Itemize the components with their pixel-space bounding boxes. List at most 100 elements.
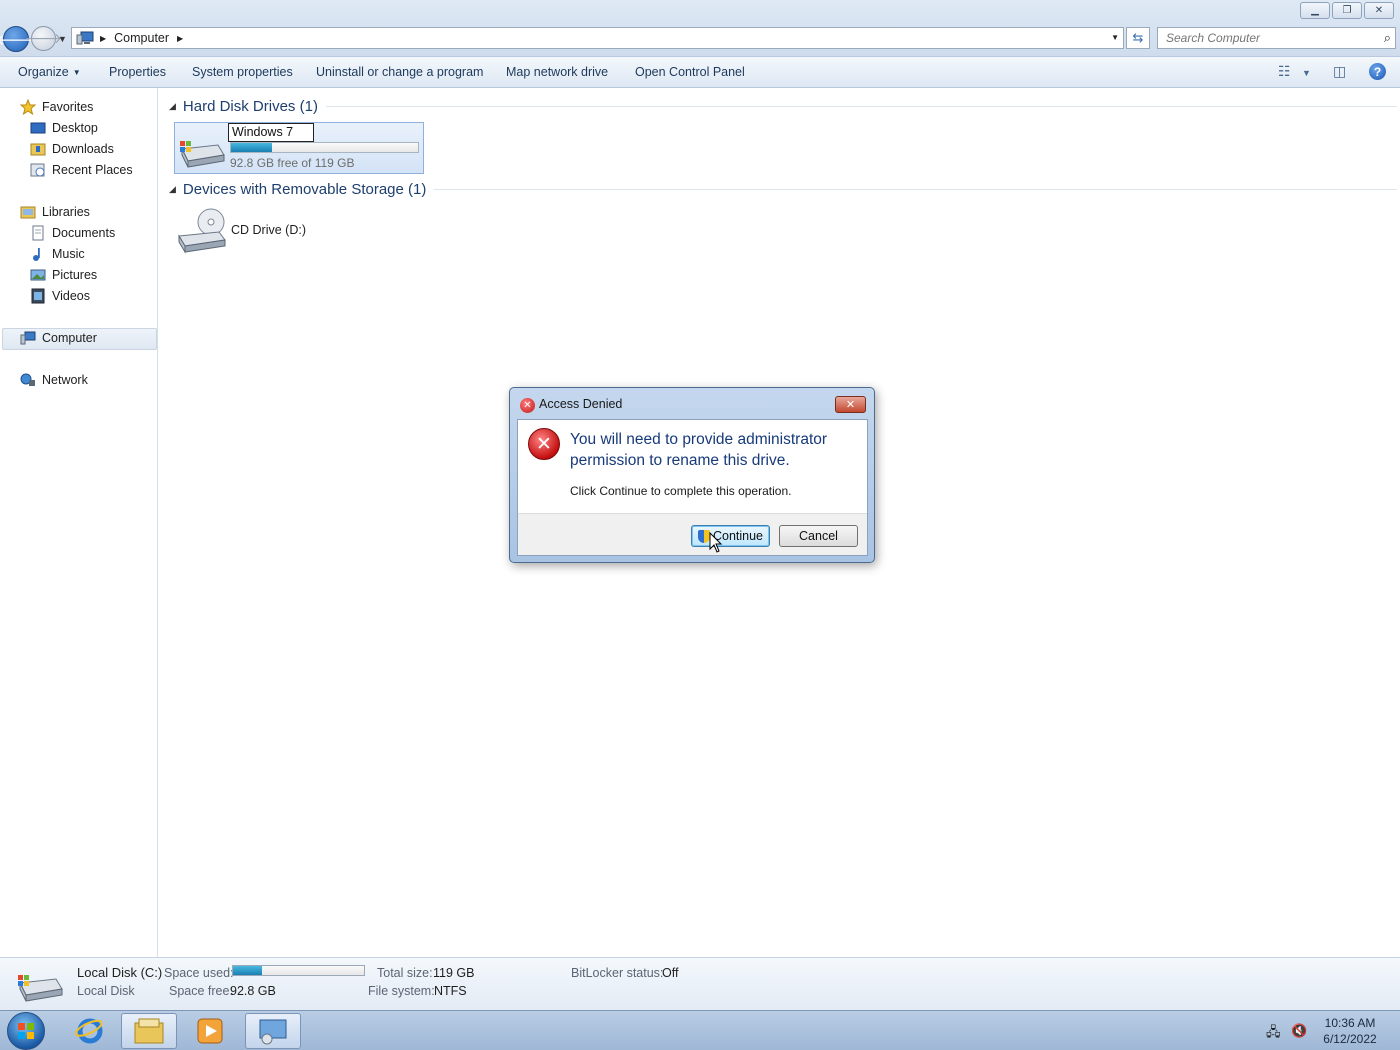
breadcrumb-arrow-icon[interactable]: ▶ [100, 34, 106, 43]
search-icon[interactable]: ⌕ [1384, 30, 1391, 46]
documents-icon [30, 225, 46, 241]
sidebar-item-recent-places[interactable]: Recent Places [30, 162, 133, 178]
folder-icon [134, 1018, 164, 1044]
sidebar-item-music[interactable]: Music [30, 246, 85, 262]
preview-pane-icon[interactable]: ◫ [1333, 63, 1346, 80]
collapse-triangle-icon[interactable]: ◢ [169, 184, 176, 195]
collapse-triangle-icon[interactable]: ◢ [169, 101, 176, 112]
cd-drive-icon[interactable] [177, 208, 229, 254]
total-size-label: Total size: [377, 966, 433, 980]
sidebar-item-favorites[interactable]: Favorites [19, 98, 94, 116]
group-divider [325, 106, 1397, 107]
chevron-down-icon: ▼ [72, 68, 81, 77]
media-player-icon [197, 1018, 223, 1044]
dialog-footer: Continue Cancel [518, 513, 867, 555]
sidebar-item-videos[interactable]: Videos [30, 288, 90, 304]
space-used-label: Space used: [164, 966, 234, 980]
search-input[interactable] [1166, 31, 1371, 45]
change-view-icon[interactable]: ☷ [1278, 63, 1291, 80]
windows-drive-icon [178, 135, 226, 169]
file-system-label: File system: [368, 984, 435, 998]
sidebar-item-computer[interactable]: Computer [20, 330, 97, 346]
dialog-title: Access Denied [539, 397, 623, 411]
sidebar-item-label: Downloads [52, 142, 114, 156]
sidebar-item-label: Favorites [42, 100, 94, 114]
sidebar-item-pictures[interactable]: Pictures [30, 267, 97, 283]
organize-button[interactable]: Organize ▼ [18, 65, 81, 79]
libraries-icon [20, 204, 36, 220]
drive-rename-input[interactable]: Windows 7 [228, 123, 314, 142]
search-box[interactable]: ⌕ [1157, 27, 1396, 49]
pictures-icon [30, 267, 46, 283]
mouse-pointer-icon [709, 532, 723, 553]
start-button[interactable] [7, 1012, 45, 1050]
system-properties-button[interactable]: System properties [192, 65, 293, 79]
details-pane: Local Disk (C:) Local Disk Space used: S… [0, 957, 1400, 1010]
view-options-dropdown-icon[interactable]: ▼ [1302, 68, 1311, 78]
network-status-icon[interactable]: 🖧 [1266, 1023, 1281, 1045]
cd-drive-label[interactable]: CD Drive (D:) [231, 223, 306, 237]
sidebar-item-downloads[interactable]: Downloads [30, 141, 114, 157]
group-header-label: Hard Disk Drives (1) [182, 98, 318, 115]
control-panel-taskbar-button[interactable] [245, 1013, 301, 1049]
cancel-button[interactable]: Cancel [779, 525, 858, 547]
music-icon [30, 246, 46, 262]
error-icon: ✕ [528, 428, 560, 460]
taskbar: 🖧 🔇 10:36 AM 6/12/2022 [0, 1010, 1400, 1050]
sidebar-item-network[interactable]: Network [20, 372, 88, 388]
uninstall-program-button[interactable]: Uninstall or change a program [316, 65, 483, 79]
address-bar[interactable]: ▶ Computer ▶ ▼ [71, 27, 1124, 49]
internet-explorer-taskbar-button[interactable] [62, 1013, 118, 1049]
sidebar-item-label: Network [42, 373, 88, 387]
map-network-drive-button[interactable]: Map network drive [506, 65, 608, 79]
computer-icon [20, 330, 36, 346]
close-window-button[interactable]: ✕ [1364, 2, 1394, 19]
address-dropdown-icon[interactable]: ▼ [1111, 33, 1119, 42]
continue-button[interactable]: Continue [691, 525, 770, 547]
restore-button[interactable]: ❐ [1332, 2, 1362, 19]
properties-button[interactable]: Properties [109, 65, 166, 79]
refresh-button[interactable]: ⇆ [1126, 27, 1150, 49]
sidebar-item-label: Pictures [52, 268, 98, 282]
bitlocker-label: BitLocker status: [571, 966, 664, 980]
window-controls: ▁ ❐ ✕ [1300, 2, 1394, 19]
sidebar-item-label: Recent Places [52, 163, 133, 177]
dialog-main-instruction: You will need to provide administrator p… [570, 431, 828, 469]
forward-button[interactable]: 🡒 [25, 26, 62, 51]
taskbar-clock[interactable]: 10:36 AM 6/12/2022 [1318, 1015, 1382, 1047]
help-icon[interactable]: ? [1369, 63, 1386, 80]
network-icon [20, 372, 36, 388]
clock-date: 6/12/2022 [1323, 1032, 1377, 1046]
open-control-panel-button[interactable]: Open Control Panel [635, 65, 745, 79]
dialog-close-button[interactable]: ✕ [835, 396, 866, 413]
dialog-body: ✕ You will need to provide administrator… [517, 419, 868, 556]
sidebar-item-desktop[interactable]: Desktop [30, 120, 98, 136]
recent-pages-dropdown[interactable]: ▼ [58, 34, 67, 44]
group-header-hard-disk-drives[interactable]: ◢ Hard Disk Drives (1) [169, 98, 1397, 115]
local-disk-icon [16, 969, 64, 1003]
minimize-button[interactable]: ▁ [1300, 2, 1330, 19]
media-player-taskbar-button[interactable] [182, 1013, 238, 1049]
control-panel-icon [259, 1019, 287, 1045]
computer-icon [76, 31, 94, 45]
bitlocker-value: Off [662, 966, 679, 980]
command-bar: Organize ▼ Properties System properties U… [0, 57, 1400, 88]
drive-c-tile[interactable]: Windows 7 92.8 GB free of 119 GB [174, 122, 424, 174]
drive-usage-fill [231, 143, 273, 152]
sidebar-item-libraries[interactable]: Libraries [20, 204, 90, 220]
internet-explorer-icon [75, 1018, 103, 1044]
space-free-value: 92.8 GB [230, 984, 276, 998]
breadcrumb-arrow-icon[interactable]: ▶ [177, 34, 183, 43]
volume-muted-icon[interactable]: 🔇 [1291, 1023, 1307, 1039]
details-usage-fill [233, 966, 262, 975]
breadcrumb-computer[interactable]: Computer [114, 31, 169, 45]
recent-places-icon [30, 162, 46, 178]
sidebar-item-documents[interactable]: Documents [30, 225, 115, 241]
drive-free-space: 92.8 GB free of 119 GB [230, 156, 355, 170]
clock-time: 10:36 AM [1324, 1016, 1376, 1030]
windows-explorer-taskbar-button[interactable] [121, 1013, 177, 1049]
downloads-folder-icon [30, 141, 46, 157]
space-free-label: Space free: [169, 984, 233, 998]
desktop-icon [30, 120, 46, 136]
group-header-removable-storage[interactable]: ◢ Devices with Removable Storage (1) [169, 181, 1398, 198]
